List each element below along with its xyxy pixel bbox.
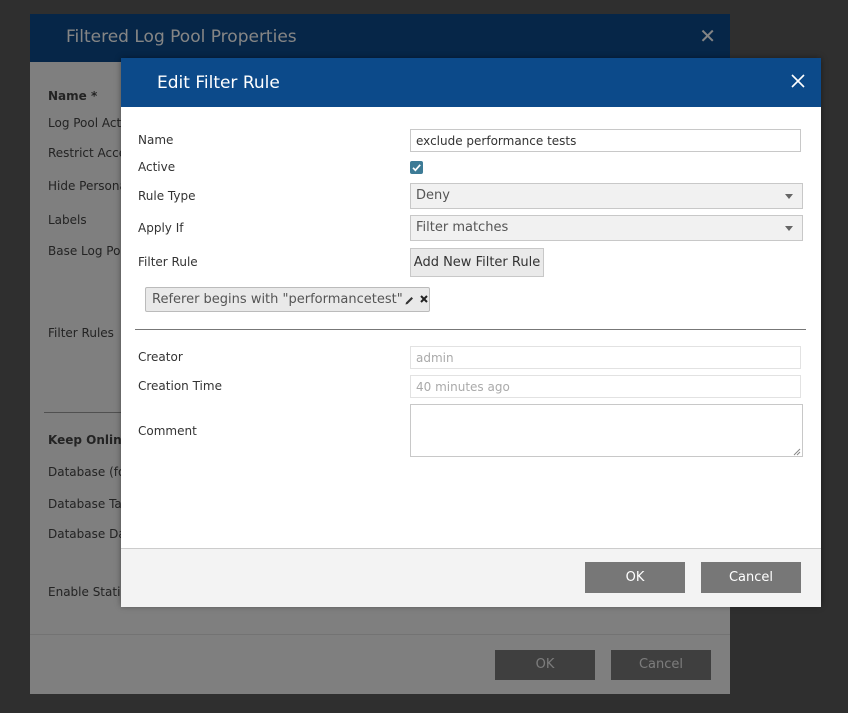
creation-time-label: Creation Time bbox=[138, 379, 222, 393]
name-label: Name bbox=[138, 133, 174, 147]
chevron-down-icon bbox=[785, 194, 793, 199]
dialog-title: Edit Filter Rule bbox=[157, 73, 280, 93]
filter-rule-label: Filter Rule bbox=[138, 255, 198, 269]
add-new-filter-rule-button[interactable]: Add New Filter Rule bbox=[410, 248, 544, 277]
rule-type-label: Rule Type bbox=[138, 189, 196, 203]
comment-label: Comment bbox=[138, 424, 197, 438]
ok-button[interactable]: OK bbox=[585, 562, 685, 593]
apply-if-value: Filter matches bbox=[416, 220, 509, 235]
creator-label: Creator bbox=[138, 350, 183, 364]
creator-field bbox=[410, 346, 801, 369]
pencil-icon[interactable] bbox=[404, 295, 415, 306]
filter-rule-chip-text: Referer begins with "performancetest" bbox=[152, 292, 403, 307]
close-icon[interactable] bbox=[789, 72, 807, 90]
name-input[interactable] bbox=[410, 129, 801, 152]
chevron-down-icon bbox=[785, 226, 793, 231]
edit-filter-rule-dialog: Edit Filter Rule Name Active Rule Type D… bbox=[121, 58, 821, 607]
checkmark-icon bbox=[412, 164, 421, 172]
cancel-button[interactable]: Cancel bbox=[701, 562, 801, 593]
comment-textarea[interactable] bbox=[410, 404, 803, 457]
remove-icon[interactable] bbox=[419, 294, 429, 304]
apply-if-select[interactable]: Filter matches bbox=[410, 215, 803, 241]
active-checkbox[interactable] bbox=[410, 161, 423, 174]
filter-rule-chip: Referer begins with "performancetest" bbox=[145, 287, 430, 312]
apply-if-label: Apply If bbox=[138, 221, 184, 235]
rule-type-select[interactable]: Deny bbox=[410, 183, 803, 209]
rule-type-value: Deny bbox=[416, 188, 450, 203]
section-divider bbox=[135, 329, 806, 330]
dialog-footer: OK Cancel bbox=[121, 548, 821, 607]
creation-time-field bbox=[410, 375, 801, 398]
active-label: Active bbox=[138, 160, 176, 174]
dialog-header: Edit Filter Rule bbox=[121, 58, 821, 107]
resize-grip-icon[interactable] bbox=[792, 447, 801, 456]
